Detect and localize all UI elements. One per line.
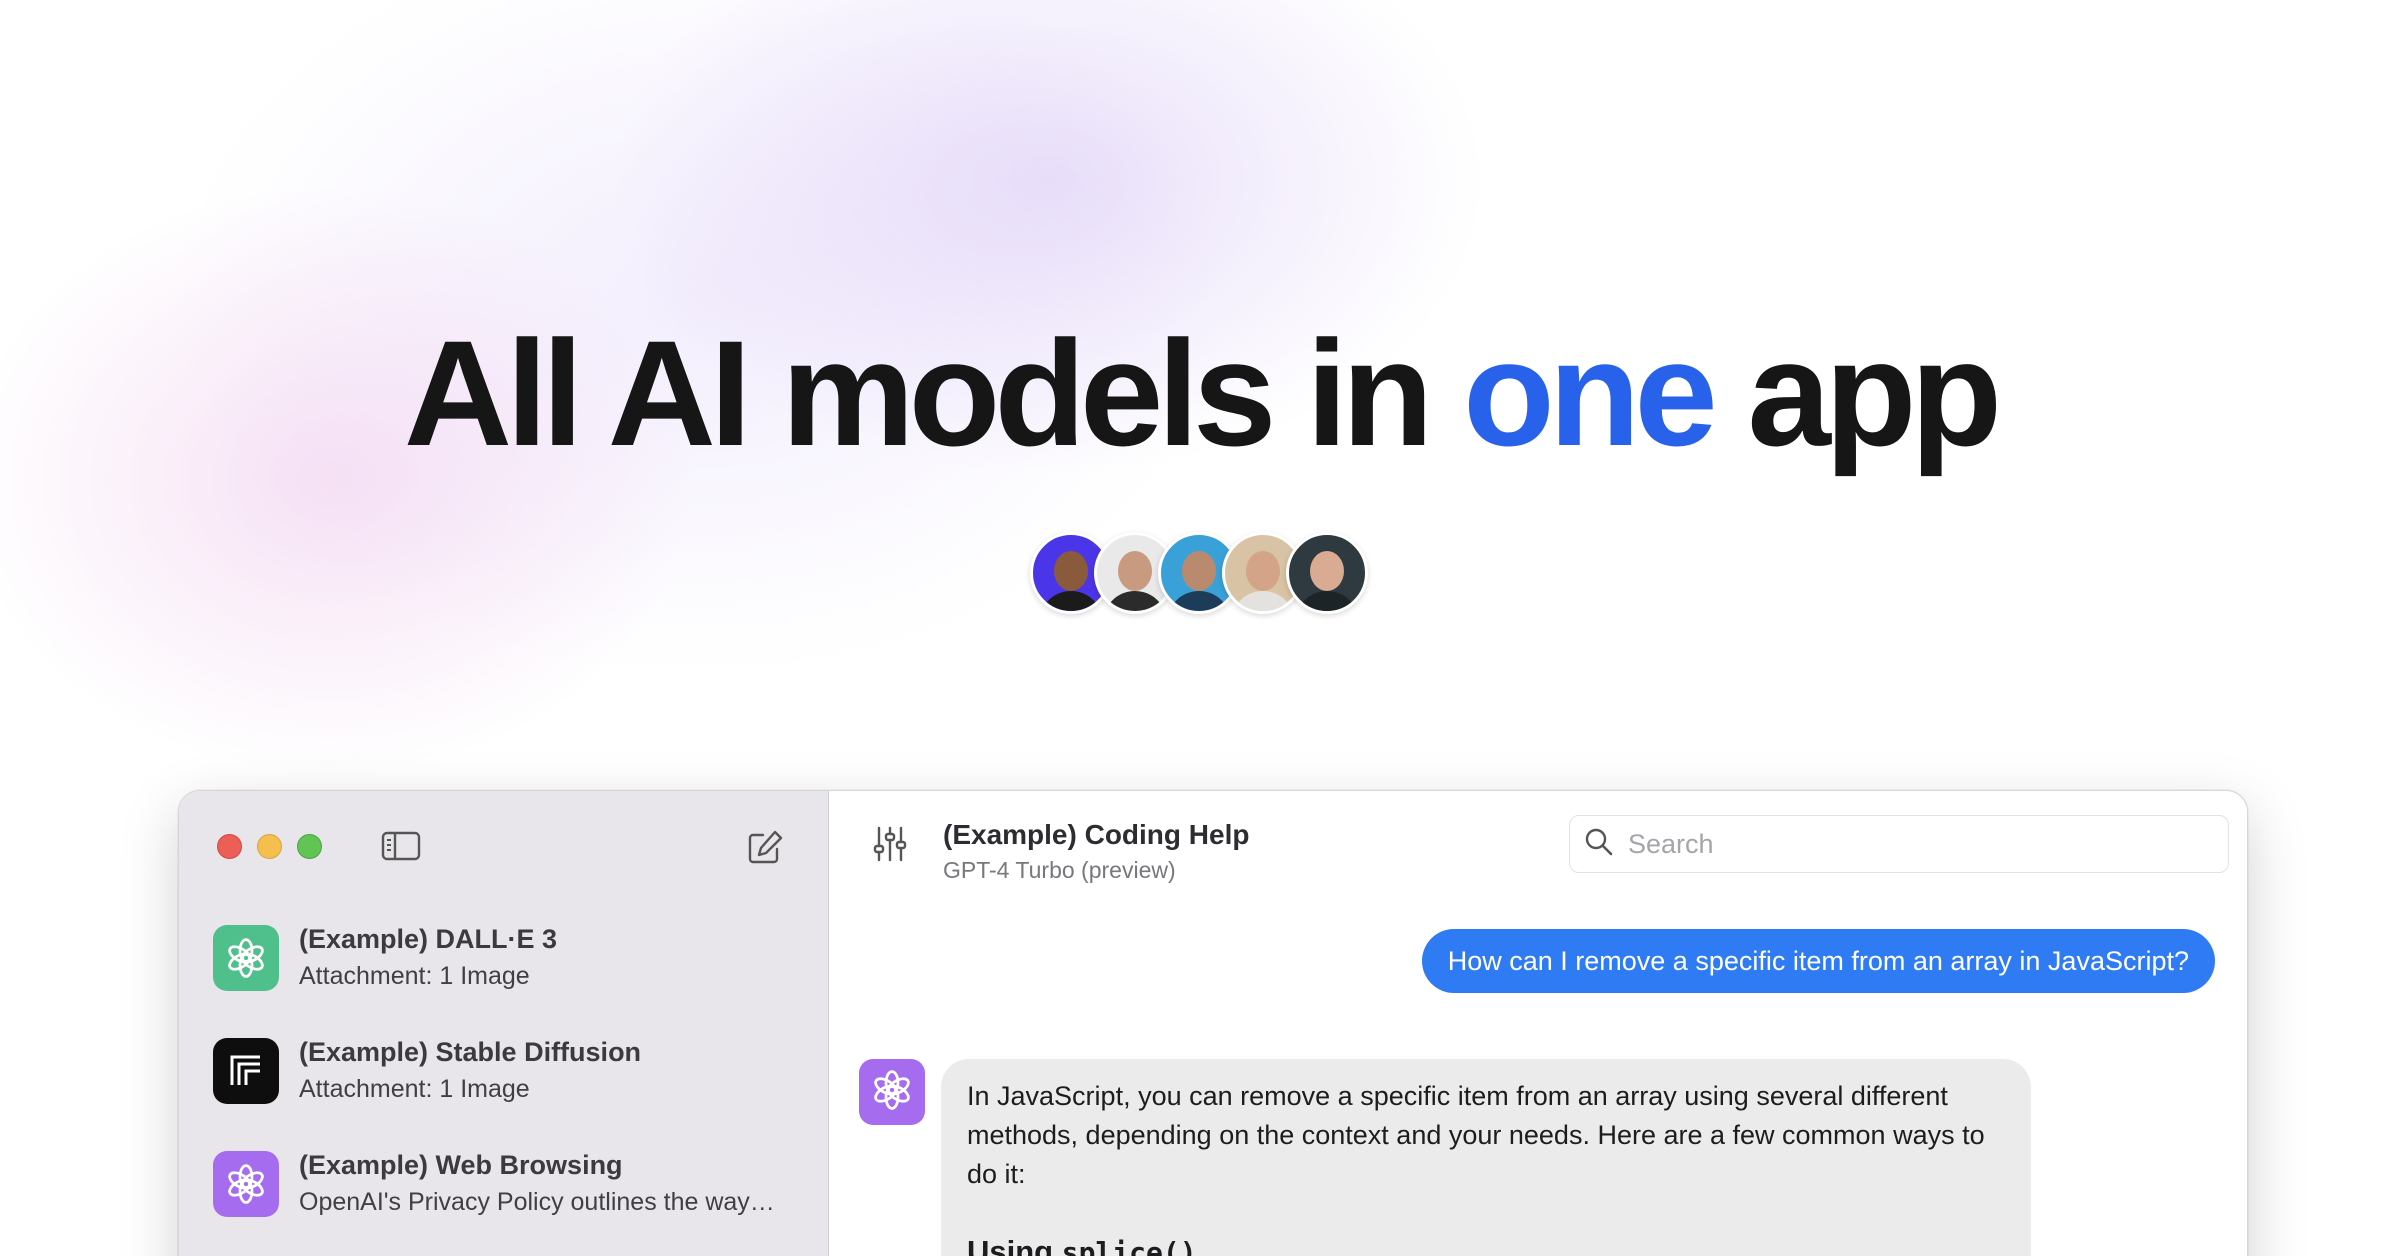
avatar-head xyxy=(1118,551,1152,591)
app-window: (Example) DALL·E 3 Attachment: 1 Image (Ex… xyxy=(178,790,2248,1256)
assistant-message-bubble: In JavaScript, you can remove a specific… xyxy=(941,1059,2031,1256)
chat-model-name[interactable]: GPT-4 Turbo (preview) xyxy=(943,857,1176,884)
avatar-head xyxy=(1246,551,1280,591)
avatar-head xyxy=(1182,551,1216,591)
hero-title-part2: app xyxy=(1711,309,2002,477)
avatar-body xyxy=(1103,591,1167,611)
avatar xyxy=(1286,532,1368,614)
conversation-list: (Example) DALL·E 3 Attachment: 1 Image (Ex… xyxy=(213,901,808,1240)
search-icon xyxy=(1584,827,1614,862)
new-chat-icon[interactable] xyxy=(747,829,785,870)
avatar-head xyxy=(1310,551,1344,591)
assistant-avatar xyxy=(859,1059,925,1125)
conversation-text: (Example) Web Browsing OpenAI's Privacy P… xyxy=(299,1150,779,1217)
avatar-body xyxy=(1295,591,1359,611)
assistant-message-text: In JavaScript, you can remove a specific… xyxy=(967,1081,1985,1189)
avatar-body xyxy=(1167,591,1231,611)
conversation-title: (Example) DALL·E 3 xyxy=(299,924,558,954)
heading-prefix: Using xyxy=(967,1234,1062,1256)
avatar-group xyxy=(1030,532,1368,614)
openai-icon xyxy=(869,1067,915,1118)
close-window-button[interactable] xyxy=(217,834,242,859)
minimize-window-button[interactable] xyxy=(257,834,282,859)
avatar-body xyxy=(1039,591,1103,611)
heading-code: splice() xyxy=(1061,1236,1197,1256)
assistant-message-heading: Using splice() xyxy=(967,1232,2005,1256)
zoom-window-button[interactable] xyxy=(297,834,322,859)
openai-icon xyxy=(213,1150,279,1217)
conversation-text: (Example) Stable Diffusion Attachment: 1 … xyxy=(299,1037,779,1104)
hero-title-part1: All AI models in xyxy=(403,309,1464,477)
user-message-bubble: How can I remove a specific item from an… xyxy=(1421,929,2215,993)
window-controls xyxy=(217,834,322,859)
conversation-item[interactable]: (Example) Stable Diffusion Attachment: 1 … xyxy=(213,1014,808,1127)
chat-title: (Example) Coding Help xyxy=(943,819,1250,850)
chat-pane: (Example) Coding Help GPT-4 Turbo (previ… xyxy=(829,791,2247,1256)
avatar-head xyxy=(1054,551,1088,591)
conversation-title: (Example) Stable Diffusion xyxy=(299,1037,642,1067)
search-input[interactable] xyxy=(1628,828,2188,860)
search-box[interactable] xyxy=(1569,815,2229,873)
conversation-subtitle: Attachment: 1 Image xyxy=(299,962,530,990)
conversation-title: (Example) Web Browsing xyxy=(299,1150,623,1180)
conversation-subtitle: OpenAI's Privacy Policy outlines the way… xyxy=(299,1188,775,1216)
conversation-item[interactable]: (Example) Web Browsing OpenAI's Privacy P… xyxy=(213,1127,808,1240)
sidebar: (Example) DALL·E 3 Attachment: 1 Image (Ex… xyxy=(179,791,829,1256)
stability-icon xyxy=(213,1037,279,1104)
avatar-body xyxy=(1231,591,1295,611)
conversation-item[interactable]: (Example) DALL·E 3 Attachment: 1 Image xyxy=(213,901,808,1014)
settings-sliders-icon[interactable] xyxy=(873,824,907,869)
sidebar-toggle-icon[interactable] xyxy=(381,831,421,866)
conversation-text: (Example) DALL·E 3 Attachment: 1 Image xyxy=(299,924,779,991)
conversation-subtitle: Attachment: 1 Image xyxy=(299,1075,530,1103)
hero-title-accent: one xyxy=(1463,309,1718,477)
landing-page: All AI models in one app (Example) DALL·… xyxy=(0,0,2400,1256)
openai-icon xyxy=(213,924,279,991)
hero-title: All AI models in one app xyxy=(0,318,2400,468)
